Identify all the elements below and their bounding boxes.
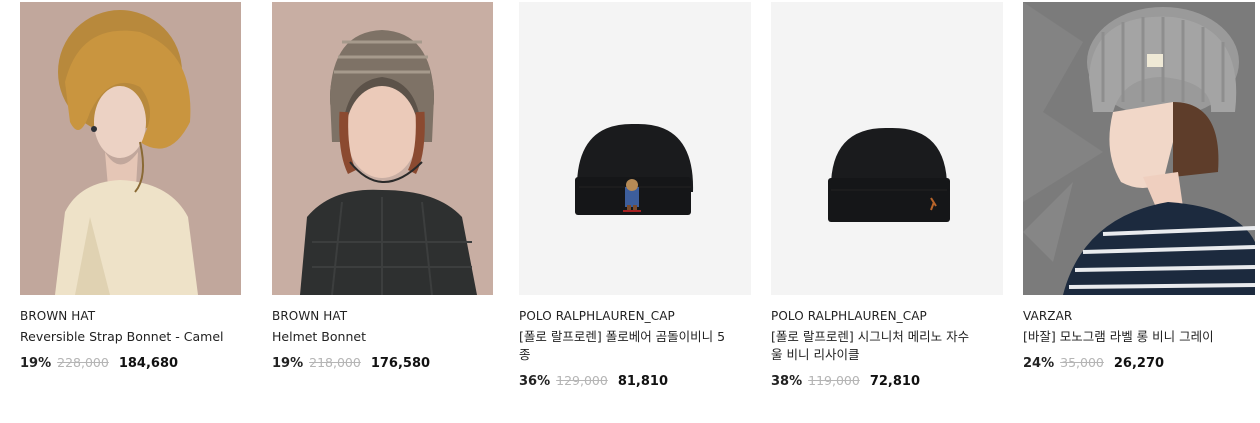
sale-price: 81,810 <box>617 374 668 389</box>
price-row: 19% 228,000 184,680 <box>20 355 252 372</box>
black-beanie-pony-photo[interactable] <box>771 2 1003 295</box>
price-row: 24% 35,000 26,270 <box>1023 355 1255 372</box>
product-name[interactable]: Reversible Strap Bonnet - Camel <box>20 328 232 346</box>
discount-rate: 19% <box>272 356 304 371</box>
product-name[interactable]: [바잘] 모노그램 라벨 롱 비니 그레이 <box>1023 328 1235 346</box>
sale-price: 72,810 <box>869 374 920 389</box>
discount-rate: 24% <box>1023 356 1055 371</box>
product-name[interactable]: [폴로 랄프로렌] 시그니처 메리노 자수 울 비니 리사이클 <box>771 328 983 364</box>
discount-rate: 19% <box>20 356 52 371</box>
sale-price: 184,680 <box>118 356 179 371</box>
product-card[interactable]: BROWN HAT Reversible Strap Bonnet - Came… <box>20 2 252 372</box>
price-row: 38% 119,000 72,810 <box>771 373 1003 390</box>
product-brand[interactable]: VARZAR <box>1023 309 1255 323</box>
product-card[interactable]: POLO RALPHLAUREN_CAP [폴로 랄프로렌] 폴로베어 곰돌이비… <box>519 2 751 390</box>
product-brand[interactable]: POLO RALPHLAUREN_CAP <box>519 309 751 323</box>
product-brand[interactable]: POLO RALPHLAUREN_CAP <box>771 309 1003 323</box>
product-card[interactable]: VARZAR [바잘] 모노그램 라벨 롱 비니 그레이 24% 35,000 … <box>1023 2 1255 372</box>
original-price: 119,000 <box>808 373 860 388</box>
grey-beanie-model-photo[interactable] <box>1023 2 1255 295</box>
original-price: 35,000 <box>1060 355 1104 370</box>
sale-price: 176,580 <box>370 356 431 371</box>
product-row: BROWN HAT Reversible Strap Bonnet - Came… <box>0 0 1260 423</box>
product-name[interactable]: Helmet Bonnet <box>272 328 484 346</box>
price-row: 19% 218,000 176,580 <box>272 355 504 372</box>
original-price: 218,000 <box>309 355 361 370</box>
original-price: 228,000 <box>57 355 109 370</box>
black-beanie-bear-photo[interactable] <box>519 2 751 295</box>
product-card[interactable]: POLO RALPHLAUREN_CAP [폴로 랄프로렌] 시그니처 메리노 … <box>771 2 1003 390</box>
tweed-helmet-bonnet-photo[interactable] <box>272 2 493 295</box>
product-name[interactable]: [폴로 랄프로렌] 폴로베어 곰돌이비니 5종 <box>519 328 731 364</box>
discount-rate: 38% <box>771 374 803 389</box>
product-card[interactable]: BROWN HAT Helmet Bonnet 19% 218,000 176,… <box>272 2 504 372</box>
product-brand[interactable]: BROWN HAT <box>20 309 252 323</box>
sale-price: 26,270 <box>1113 356 1165 371</box>
original-price: 129,000 <box>556 373 608 388</box>
product-brand[interactable]: BROWN HAT <box>272 309 504 323</box>
discount-rate: 36% <box>519 374 551 389</box>
camel-bonnet-photo[interactable] <box>20 2 241 295</box>
price-row: 36% 129,000 81,810 <box>519 373 751 390</box>
